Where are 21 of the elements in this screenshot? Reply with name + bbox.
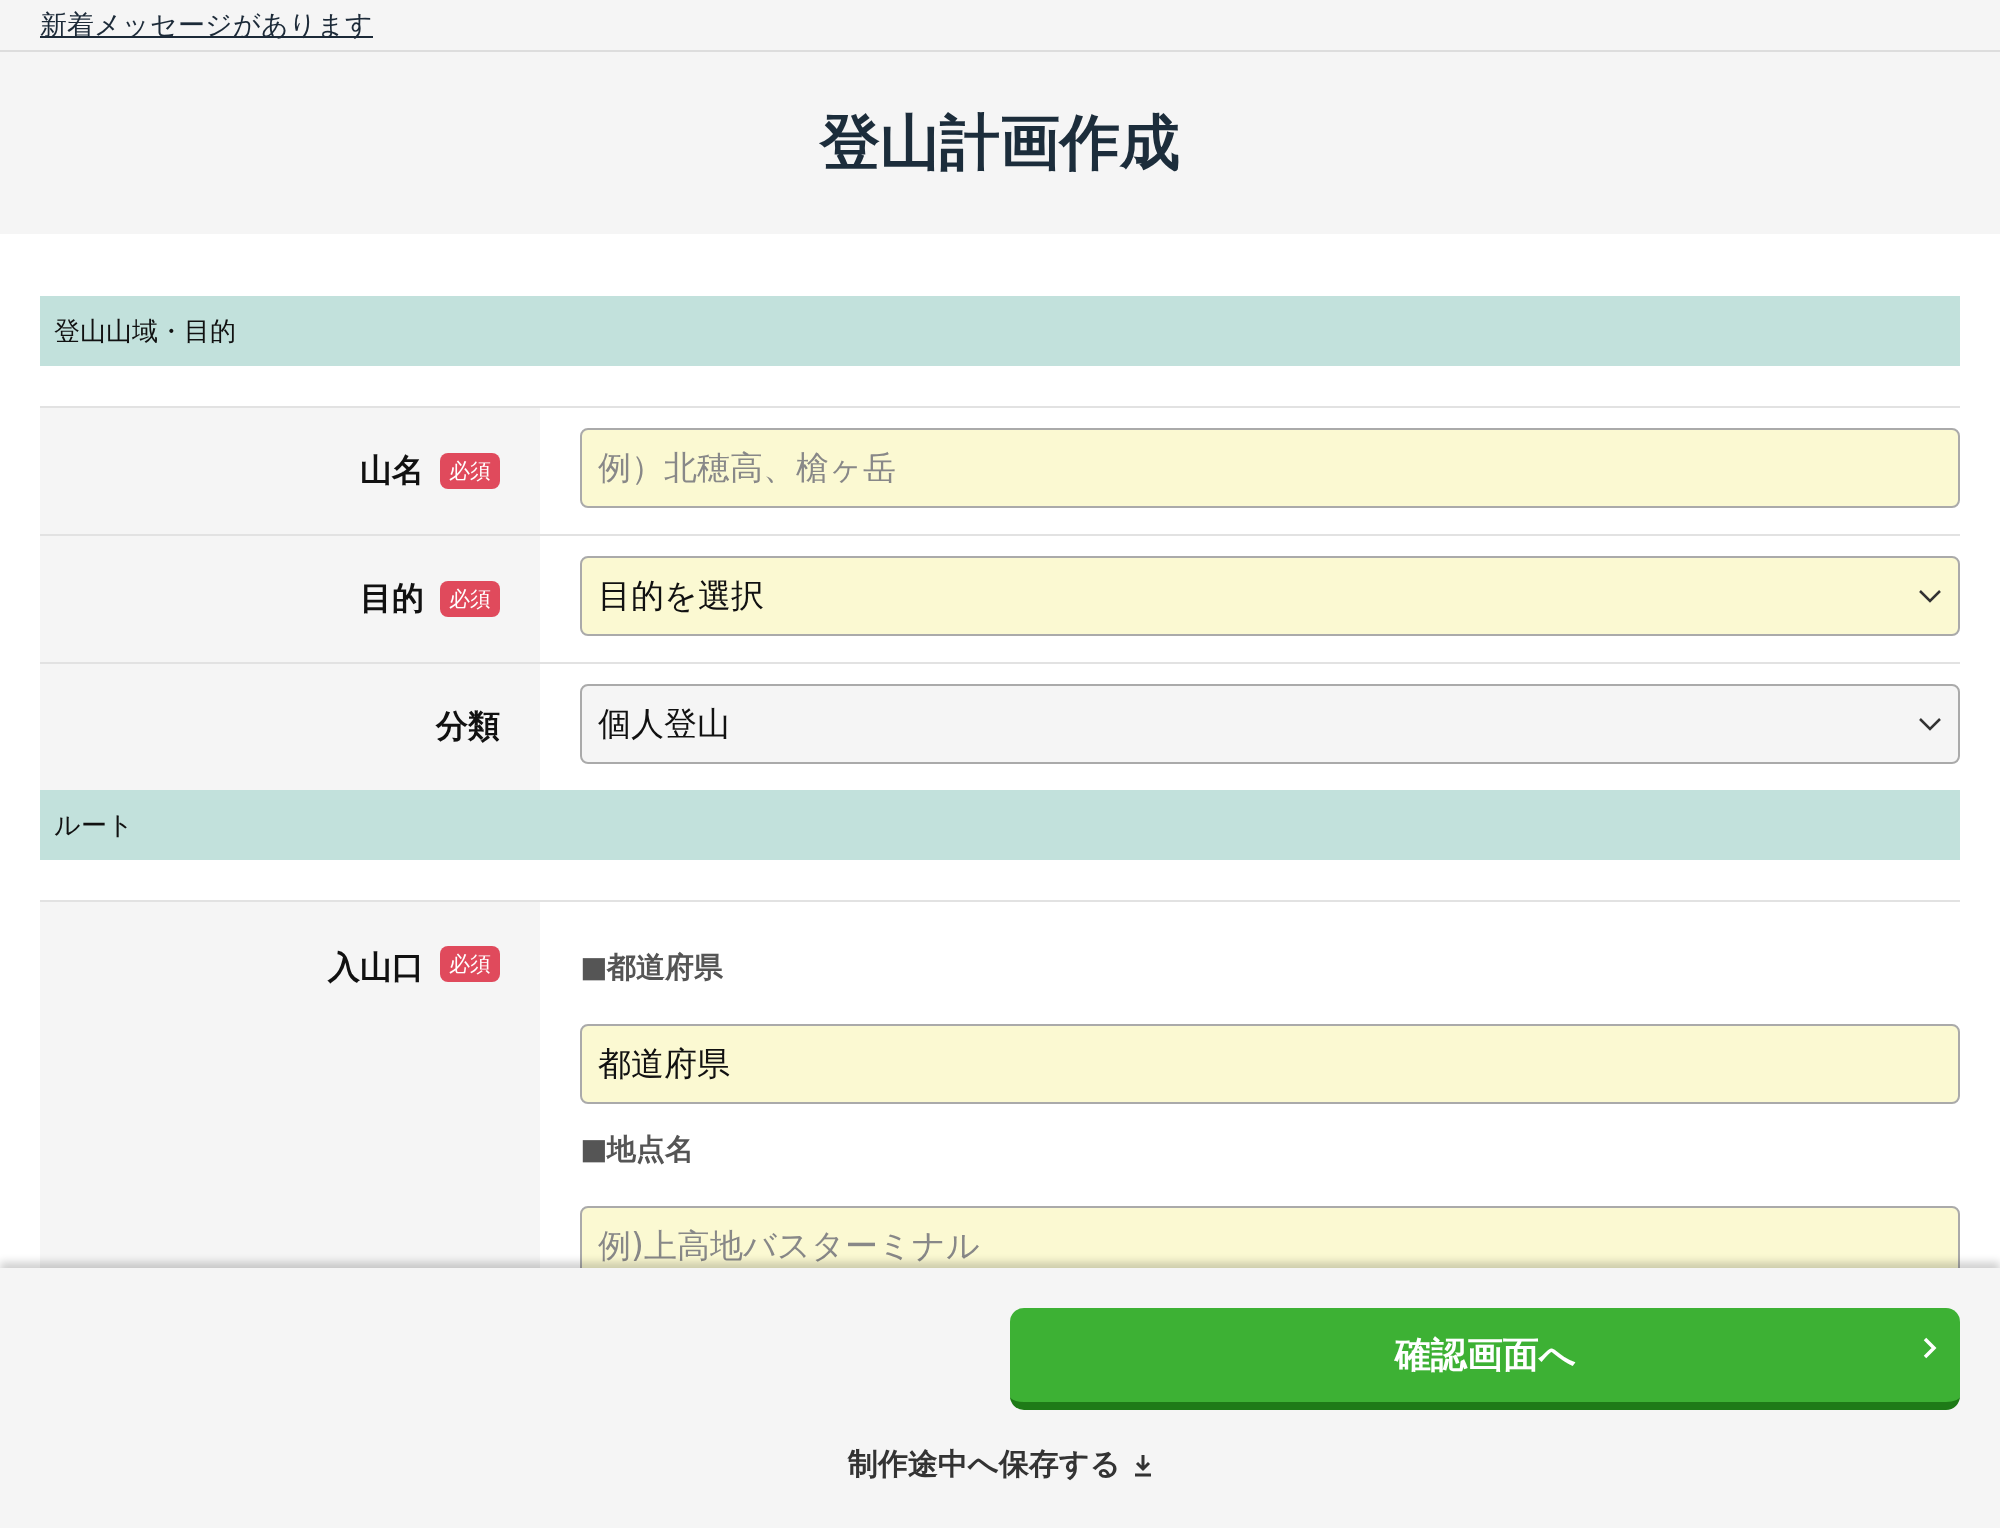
field-subheading: ■都道府県: [580, 949, 725, 986]
required-badge: 必須: [440, 946, 500, 982]
chevron-down-icon: [1918, 717, 1942, 731]
select-field[interactable]: 個人登山: [580, 684, 1960, 764]
field-label: 目的: [360, 578, 424, 619]
input-field[interactable]: 都道府県: [580, 1024, 1960, 1104]
section-header: 登山山域・目的: [40, 296, 1960, 366]
new-message-link[interactable]: 新着メッセージがあります: [40, 7, 373, 43]
field-label: 入山口: [328, 947, 424, 988]
download-icon: [1132, 1452, 1153, 1477]
chevron-down-icon: [1918, 589, 1942, 603]
page-title: 登山計画作成: [820, 105, 1180, 179]
section-header: ルート: [40, 790, 1960, 860]
required-badge: 必須: [440, 453, 500, 489]
field-label: 山名: [360, 450, 424, 491]
field-label: 分類: [436, 706, 500, 747]
chevron-right-icon: [1922, 1336, 1938, 1360]
required-badge: 必須: [440, 581, 500, 617]
select-field[interactable]: 目的を選択: [580, 556, 1960, 636]
field-subheading: ■地点名: [580, 1131, 696, 1168]
save-draft-link[interactable]: 制作途中へ保存する: [847, 1444, 1153, 1485]
